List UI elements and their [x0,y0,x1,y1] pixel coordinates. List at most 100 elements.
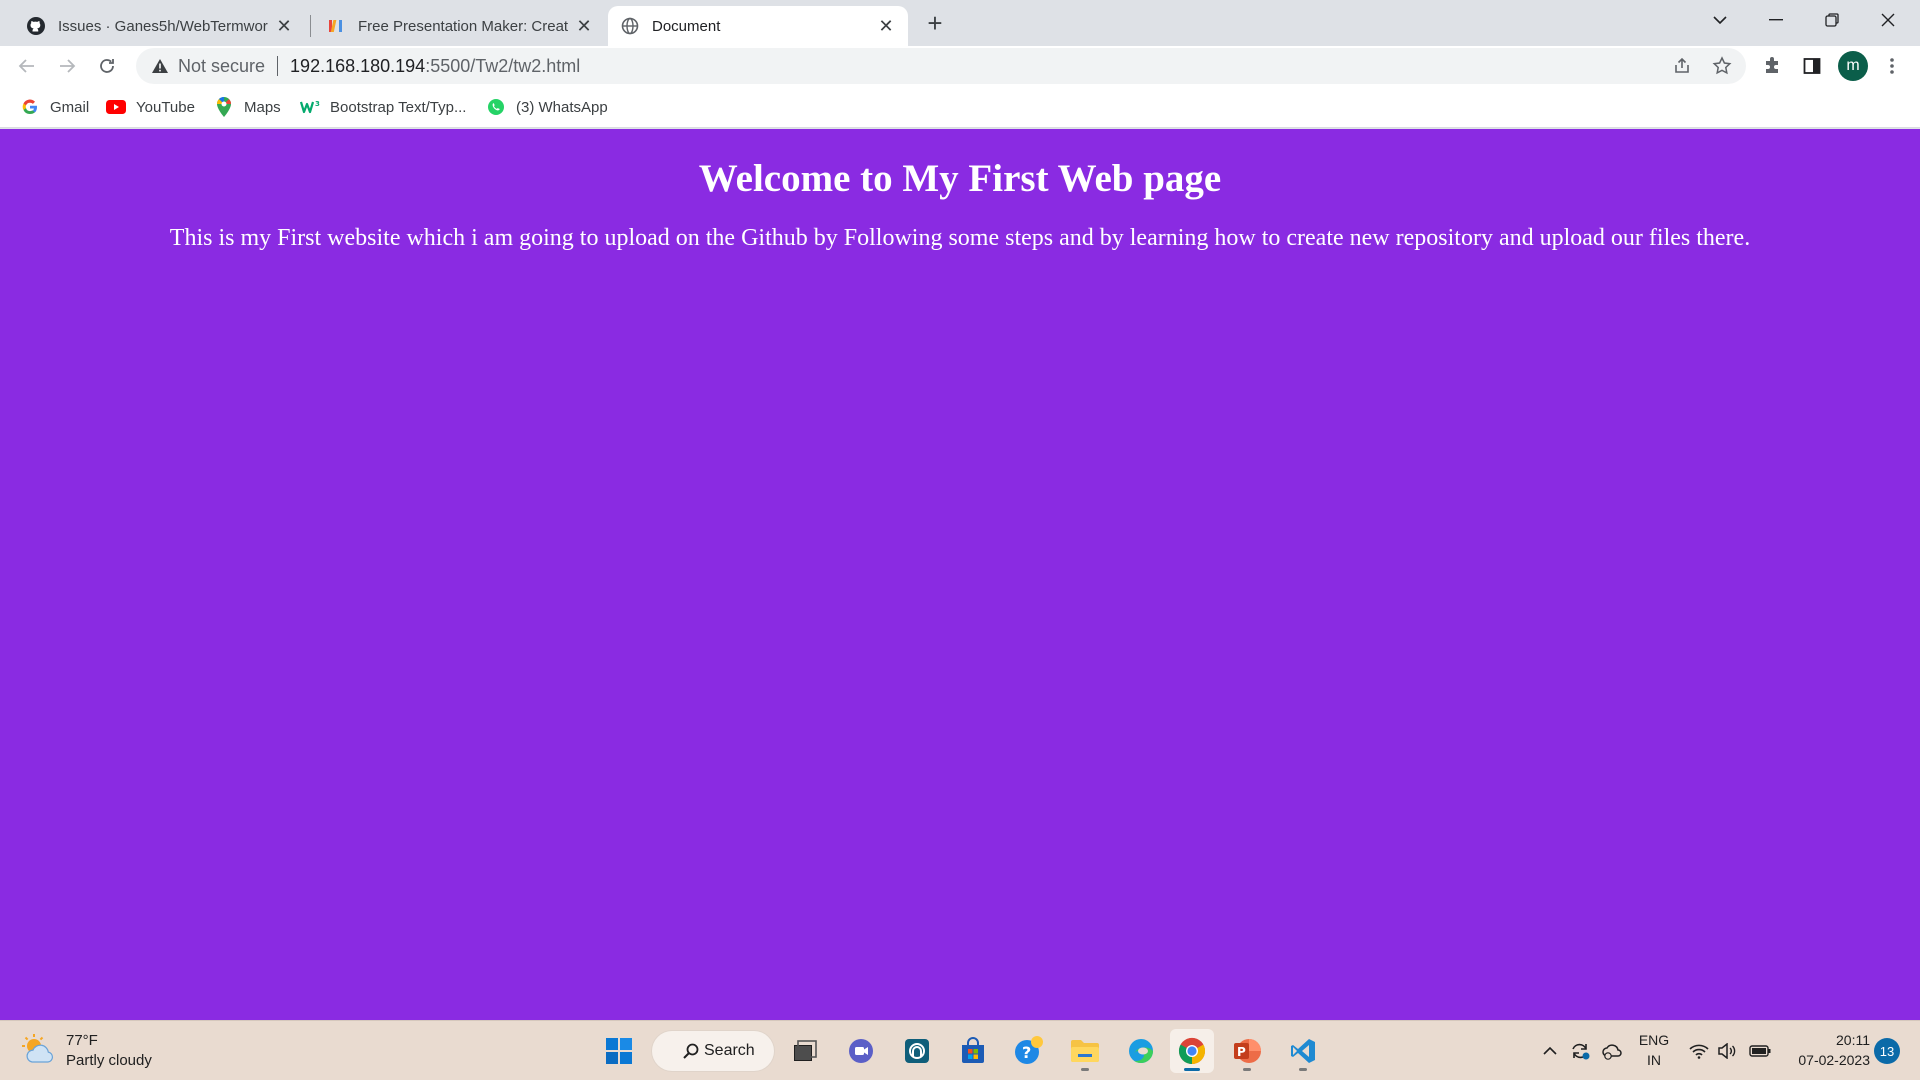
input-language-indicator[interactable]: ENG IN [1636,1030,1672,1070]
extensions-button[interactable] [1756,50,1788,82]
warning-icon[interactable] [150,56,170,76]
search-icon [683,1043,699,1059]
vscode-icon [1291,1039,1315,1063]
forward-button[interactable] [51,50,83,82]
microsoft-store-button[interactable] [951,1029,995,1073]
whatsapp-icon [486,97,506,117]
running-indicator [1081,1068,1089,1071]
address-bar[interactable]: Not secure 192.168.180.194:5500/Tw2/tw2.… [136,48,1746,84]
battery-icon [1749,1045,1771,1057]
bookmark-star-button[interactable] [1706,50,1738,82]
page-paragraph: This is my First website which i am goin… [169,225,1751,251]
tab-github-issues[interactable]: Issues · Ganes5h/WebTermworks ✕ [14,6,306,46]
share-button[interactable] [1666,50,1698,82]
start-button[interactable] [597,1029,641,1073]
bookmark-label: Maps [244,98,281,116]
reload-icon [100,59,114,73]
arrow-left-icon [18,59,34,73]
svg-text:P: P [1237,1045,1246,1059]
svg-text:?: ? [1022,1043,1031,1062]
star-icon [1712,56,1732,75]
powerpoint-button[interactable]: P [1225,1029,1269,1073]
battery-button[interactable] [1746,1031,1774,1071]
sync-icon [1572,1043,1590,1060]
bookmark-label: Gmail [50,98,90,116]
page-heading: Welcome to My First Web page [698,157,1222,200]
chrome-button[interactable] [1170,1029,1214,1073]
powerpoint-icon: P [1234,1039,1261,1063]
partly-cloudy-icon [22,1034,54,1063]
tab-title: Issues · Ganes5h/WebTermworks [58,17,268,35]
github-icon [26,16,46,36]
close-window-button[interactable] [1860,0,1916,40]
vscode-button[interactable] [1281,1029,1325,1073]
bookmark-gmail[interactable]: Gmail [20,94,89,120]
volume-button[interactable] [1714,1031,1740,1071]
clock[interactable]: 20:11 07-02-2023 [1780,1030,1870,1070]
restore-button[interactable] [1804,0,1860,40]
google-icon [20,97,40,117]
bookmark-bootstrap[interactable]: 3 Bootstrap Text/Typ... [300,94,466,120]
file-explorer-button[interactable] [1063,1029,1107,1073]
taskbar: 77°F Partly cloudy Search ? P ENG IN 20:… [0,1020,1920,1080]
reload-button[interactable] [91,50,123,82]
taskbar-search[interactable]: Search [652,1031,774,1071]
close-icon [1881,13,1895,27]
notification-badge[interactable]: 13 [1874,1038,1900,1064]
microsoft-store-icon [962,1037,984,1063]
windows-start-icon [606,1038,632,1064]
sync-status-button[interactable] [1566,1031,1594,1071]
youtube-icon [106,97,126,117]
restore-icon [1825,13,1839,27]
new-tab-button[interactable]: + [920,8,950,38]
browser-toolbar: Not secure 192.168.180.194:5500/Tw2/tw2.… [0,46,1920,86]
app-button[interactable] [895,1029,939,1073]
back-button[interactable] [11,50,43,82]
tab-title: Free Presentation Maker: Create [358,17,568,35]
active-indicator [1184,1068,1200,1071]
chevron-down-icon [1713,16,1727,25]
show-hidden-icons-button[interactable] [1538,1031,1562,1071]
bookmark-maps[interactable]: Maps [214,94,281,120]
url-host: 192.168.180.194 [290,55,426,76]
puzzle-icon [1766,57,1778,73]
w3schools-icon: 3 [300,97,320,117]
bookmark-whatsapp[interactable]: (3) WhatsApp [486,94,608,120]
language-region: IN [1647,1052,1661,1068]
close-icon[interactable]: ✕ [274,16,294,36]
teams-chat-button[interactable] [839,1029,883,1073]
wifi-button[interactable] [1686,1031,1712,1071]
tab-divider [310,15,311,37]
side-panel-button[interactable] [1796,50,1828,82]
close-icon[interactable]: ✕ [574,16,594,36]
close-icon[interactable]: ✕ [876,16,896,36]
weather-widget[interactable]: 77°F Partly cloudy [20,1031,152,1071]
bookmark-label: YouTube [136,98,195,116]
cloud-icon [1602,1044,1622,1060]
app-icon [905,1039,929,1063]
arrow-right-icon [60,59,76,73]
tab-presentation-maker[interactable]: Free Presentation Maker: Create ✕ [314,6,606,46]
wifi-icon [1689,1044,1709,1059]
running-indicator [1243,1068,1251,1071]
task-view-button[interactable] [783,1029,827,1073]
clock-date: 07-02-2023 [1798,1052,1870,1068]
help-icon: ? [1015,1036,1043,1064]
edge-button[interactable] [1119,1029,1163,1073]
tab-search-button[interactable] [1692,0,1748,40]
file-explorer-icon [1071,1040,1099,1062]
bookmark-youtube[interactable]: YouTube [106,94,195,120]
help-button[interactable]: ? [1007,1029,1051,1073]
chrome-icon [1178,1037,1206,1065]
onedrive-button[interactable] [1598,1031,1626,1071]
side-panel-icon [1803,58,1821,74]
tab-document[interactable]: Document ✕ [608,6,908,46]
edge-icon [1129,1039,1153,1063]
bookmarks-bar: Gmail YouTube Maps 3 Bootstrap Text/Typ.… [0,86,1920,128]
menu-button[interactable] [1876,50,1908,82]
minimize-button[interactable] [1748,0,1804,40]
tab-title: Document [652,17,721,35]
profile-avatar[interactable]: m [1838,51,1868,81]
security-status[interactable]: Not secure [178,56,265,77]
tab-strip: Issues · Ganes5h/WebTermworks ✕ Free Pre… [0,0,1920,46]
